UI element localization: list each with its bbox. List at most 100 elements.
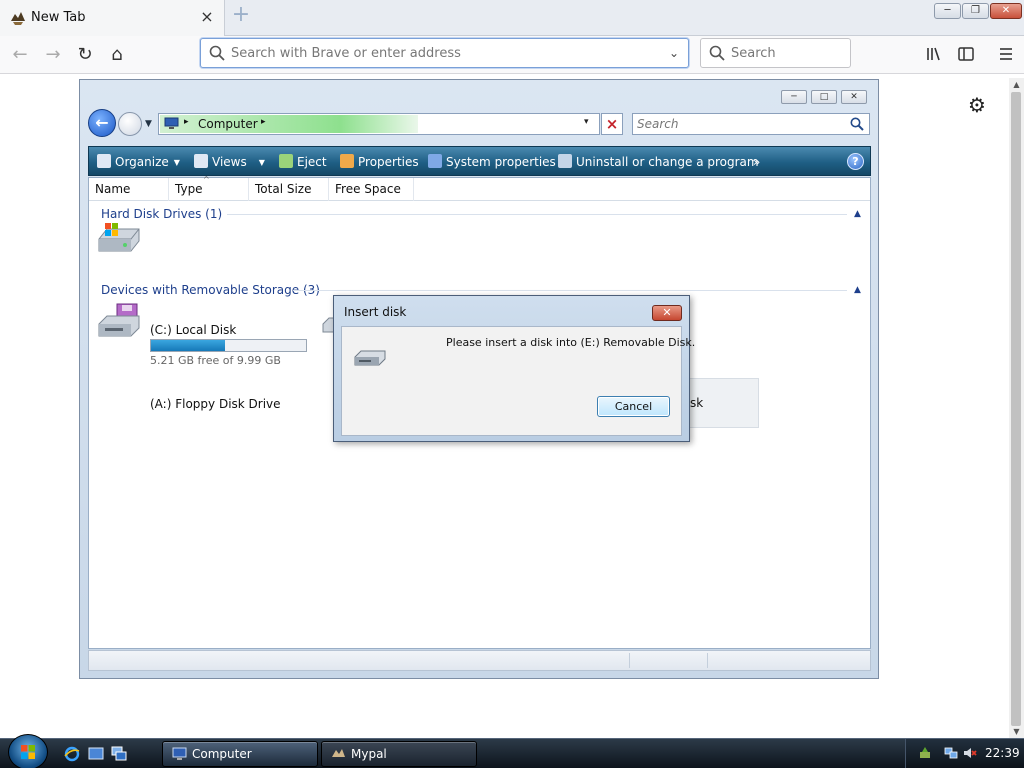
switch-windows-icon[interactable] <box>111 746 127 762</box>
menu-icon[interactable] <box>997 45 1015 63</box>
uninstall-program-label: Uninstall or change a program <box>576 155 759 169</box>
sidebar-icon[interactable] <box>957 45 975 63</box>
drive-c-capacity-fill <box>151 340 226 351</box>
search-input[interactable] <box>731 43 843 63</box>
command-bar: Organize ▼ Views ▼ Eject Properties System… <box>88 146 871 176</box>
views-button[interactable]: Views ▼ <box>194 154 265 170</box>
dialog-close-button[interactable]: ✕ <box>652 305 682 321</box>
url-dropdown-icon[interactable]: ⌄ <box>665 44 683 62</box>
windows-logo-icon <box>21 745 35 759</box>
search-icon <box>209 45 225 61</box>
computer-icon <box>164 117 179 129</box>
removable-disk-item[interactable]: sk <box>689 378 759 428</box>
start-button[interactable] <box>8 734 48 768</box>
safely-remove-hardware-icon[interactable] <box>918 746 932 760</box>
collapse-icon[interactable]: ▲ <box>854 209 861 219</box>
explorer-search-input[interactable] <box>637 116 837 132</box>
drive-c-name[interactable]: (C:) Local Disk <box>150 323 236 337</box>
eject-label: Eject <box>297 155 327 169</box>
explorer-maximize-button[interactable]: □ <box>811 90 837 104</box>
column-name[interactable]: Name <box>89 178 169 201</box>
tab-title: New Tab <box>31 10 86 25</box>
reload-icon[interactable]: ↻ <box>73 43 97 67</box>
internet-explorer-icon[interactable] <box>64 746 80 762</box>
system-properties-button[interactable]: System properties <box>428 154 556 170</box>
explorer-back-button[interactable]: ← <box>88 109 116 137</box>
drive-c-free-space: 5.21 GB free of 9.99 GB <box>150 354 281 367</box>
computer-icon <box>172 747 187 760</box>
views-icon <box>194 154 208 168</box>
search-icon <box>709 45 725 61</box>
new-tab-icon[interactable]: + <box>230 4 252 27</box>
status-divider <box>629 653 630 668</box>
history-dropdown-icon[interactable]: ▼ <box>145 119 152 129</box>
scroll-up-icon[interactable]: ▲ <box>1009 79 1024 91</box>
volume-muted-icon[interactable] <box>963 746 977 760</box>
forward-arrow-icon[interactable]: → <box>41 43 65 67</box>
group-heading-hard-disks[interactable]: Hard Disk Drives (1) <box>101 207 222 221</box>
browser-tab[interactable]: New Tab × <box>0 0 225 36</box>
mypal-icon <box>332 749 345 757</box>
clock: 22:39 <box>985 746 1020 760</box>
library-icon[interactable] <box>925 45 943 63</box>
url-bar[interactable]: ⌄ <box>200 38 689 68</box>
drive-c-capacity-bar <box>150 339 307 352</box>
show-desktop-icon[interactable] <box>88 746 104 762</box>
explorer-minimize-button[interactable]: ─ <box>781 90 807 104</box>
column-free-space[interactable]: Free Space <box>329 178 414 201</box>
drive-a-name[interactable]: (A:) Floppy Disk Drive <box>150 397 281 411</box>
window-maximize-button[interactable]: ❐ <box>962 3 989 19</box>
cancel-button[interactable]: Cancel <box>597 396 670 417</box>
system-properties-label: System properties <box>446 155 556 169</box>
scrollbar-thumb[interactable] <box>1011 92 1021 726</box>
removable-disk-name: sk <box>690 396 704 410</box>
explorer-close-button[interactable]: ✕ <box>841 90 867 104</box>
gear-icon[interactable]: ⚙ <box>966 94 988 116</box>
more-commands-button[interactable]: » <box>753 154 760 170</box>
floppy-drive-icon[interactable] <box>95 302 143 342</box>
home-icon[interactable]: ⌂ <box>105 43 129 67</box>
group-heading-removable[interactable]: Devices with Removable Storage (3) <box>101 283 320 297</box>
tab-close-icon[interactable]: × <box>198 8 216 26</box>
eject-button[interactable]: Eject <box>279 154 327 170</box>
help-icon[interactable]: ? <box>847 153 864 170</box>
breadcrumb-separator-icon[interactable]: ▸ <box>261 117 266 127</box>
dialog-message: Please insert a disk into (E:) Removable… <box>446 336 696 349</box>
checkmark-icon <box>340 154 354 168</box>
back-arrow-icon[interactable]: ← <box>8 43 32 67</box>
mypal-favicon-icon <box>11 12 25 25</box>
breadcrumb[interactable]: ▸ Computer ▸ ▾ <box>158 113 600 135</box>
breadcrumb-location[interactable]: Computer <box>198 117 258 131</box>
search-icon[interactable] <box>849 116 865 132</box>
scroll-down-icon[interactable]: ▼ <box>1009 726 1024 738</box>
network-icon[interactable] <box>944 746 958 760</box>
explorer-forward-button[interactable] <box>118 112 142 136</box>
column-total-size[interactable]: Total Size <box>249 178 329 201</box>
taskbar-button-computer[interactable]: Computer <box>162 741 318 767</box>
properties-button[interactable]: Properties <box>340 154 419 170</box>
browser-tab-bar: New Tab × + ─ ❐ ✕ <box>0 0 1024 36</box>
breadcrumb-dropdown-icon[interactable]: ▾ <box>584 117 589 127</box>
organize-icon <box>97 154 111 168</box>
window-minimize-button[interactable]: ─ <box>934 3 961 19</box>
chevron-down-icon: ▼ <box>173 158 180 167</box>
search-bar[interactable] <box>700 38 851 68</box>
uninstall-program-button[interactable]: Uninstall or change a program <box>558 154 759 170</box>
dialog-body: Please insert a disk into (E:) Removable… <box>341 326 695 436</box>
group-divider <box>293 290 847 291</box>
hard-drive-icon[interactable] <box>95 221 143 261</box>
taskbar-button-label: Computer <box>192 747 252 761</box>
taskbar: Computer Mypal 22:39 <box>0 734 1024 768</box>
stop-loading-button[interactable]: × <box>601 113 623 135</box>
status-bar <box>88 650 871 671</box>
page-scrollbar[interactable]: ▲ ▼ <box>1009 78 1024 738</box>
explorer-search-box[interactable] <box>632 113 870 135</box>
views-label: Views <box>212 155 247 169</box>
taskbar-button-mypal[interactable]: Mypal <box>321 741 477 767</box>
column-headers: Name Type ^ Total Size Free Space <box>89 175 870 201</box>
collapse-icon[interactable]: ▲ <box>854 285 861 295</box>
organize-button[interactable]: Organize ▼ <box>97 154 180 170</box>
taskbar-button-label: Mypal <box>351 747 387 761</box>
url-input[interactable] <box>231 43 651 63</box>
window-close-button[interactable]: ✕ <box>990 3 1022 19</box>
